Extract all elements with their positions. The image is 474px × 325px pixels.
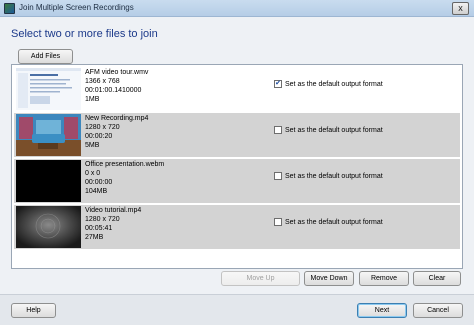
default-format-label[interactable]: Set as the default output format — [285, 172, 383, 181]
video-thumbnail — [16, 114, 81, 156]
file-resolution: 1280 x 720 — [85, 216, 120, 223]
file-metadata: Video tutorial.mp4 1280 x 720 00:05:41 2… — [85, 206, 141, 242]
help-button[interactable]: Help — [11, 303, 56, 318]
file-duration: 00:05:41 — [85, 225, 113, 232]
file-row[interactable]: AFM video tour.wmv 1366 x 768 00:01:00.1… — [14, 67, 460, 111]
dialog-body: Select two or more files to join Add Fil… — [0, 17, 474, 325]
file-size: 27MB — [85, 234, 104, 241]
video-thumbnail — [16, 206, 81, 248]
window-close-button[interactable]: x — [452, 2, 469, 15]
file-metadata: New Recording.mp4 1280 x 720 00:00:20 5M… — [85, 114, 148, 150]
file-row[interactable]: Office presentation.webm 0 x 0 00:00:00 … — [14, 159, 460, 203]
thumbnail-new-recording — [16, 114, 81, 156]
video-thumbnail — [16, 68, 81, 110]
file-size: 104MB — [85, 188, 108, 195]
file-name: Video tutorial.mp4 — [85, 207, 142, 214]
video-thumbnail — [16, 160, 81, 202]
file-name: AFM video tour.wmv — [85, 69, 149, 76]
default-format-checkbox[interactable] — [274, 218, 282, 226]
file-size: 5MB — [85, 142, 100, 149]
file-row[interactable]: New Recording.mp4 1280 x 720 00:00:20 5M… — [14, 113, 460, 157]
title-bar: Join Multiple Screen Recordings x — [0, 0, 474, 17]
file-row[interactable]: Video tutorial.mp4 1280 x 720 00:05:41 2… — [14, 205, 460, 249]
footer-bar: Help Next Cancel — [0, 295, 474, 325]
default-format-label[interactable]: Set as the default output format — [285, 218, 383, 227]
default-format-label[interactable]: Set as the default output format — [285, 126, 383, 135]
file-name: Office presentation.webm — [85, 161, 165, 168]
page-heading: Select two or more files to join — [11, 28, 158, 40]
file-size: 1MB — [85, 96, 100, 103]
default-format-label[interactable]: Set as the default output format — [285, 80, 383, 89]
move-down-button[interactable]: Move Down — [304, 271, 354, 286]
move-up-button[interactable]: Move Up — [221, 271, 300, 286]
file-resolution: 1280 x 720 — [85, 124, 120, 131]
thumbnail-office-presentation — [16, 160, 81, 202]
thumbnail-video-tutorial — [16, 206, 81, 248]
thumbnail-afm-video-tour — [16, 68, 81, 110]
default-format-checkbox[interactable] — [274, 172, 282, 180]
file-metadata: AFM video tour.wmv 1366 x 768 00:01:00.1… — [85, 68, 148, 104]
default-format-checkbox[interactable]: ✔ — [274, 80, 282, 88]
file-duration: 00:00:20 — [85, 133, 113, 140]
file-resolution: 1366 x 768 — [85, 78, 120, 85]
clear-button[interactable]: Clear — [413, 271, 461, 286]
cancel-button[interactable]: Cancel — [413, 303, 463, 318]
app-icon — [4, 3, 15, 14]
file-list[interactable]: AFM video tour.wmv 1366 x 768 00:01:00.1… — [11, 64, 463, 269]
file-duration: 00:01:00.1410000 — [85, 87, 142, 94]
default-format-checkbox[interactable] — [274, 126, 282, 134]
next-button[interactable]: Next — [357, 303, 407, 318]
file-name: New Recording.mp4 — [85, 115, 149, 122]
file-duration: 00:00:00 — [85, 179, 113, 186]
file-metadata: Office presentation.webm 0 x 0 00:00:00 … — [85, 160, 164, 196]
window-title: Join Multiple Screen Recordings — [19, 3, 134, 12]
remove-button[interactable]: Remove — [359, 271, 409, 286]
add-files-button[interactable]: Add Files — [18, 49, 73, 64]
file-resolution: 0 x 0 — [85, 170, 101, 177]
